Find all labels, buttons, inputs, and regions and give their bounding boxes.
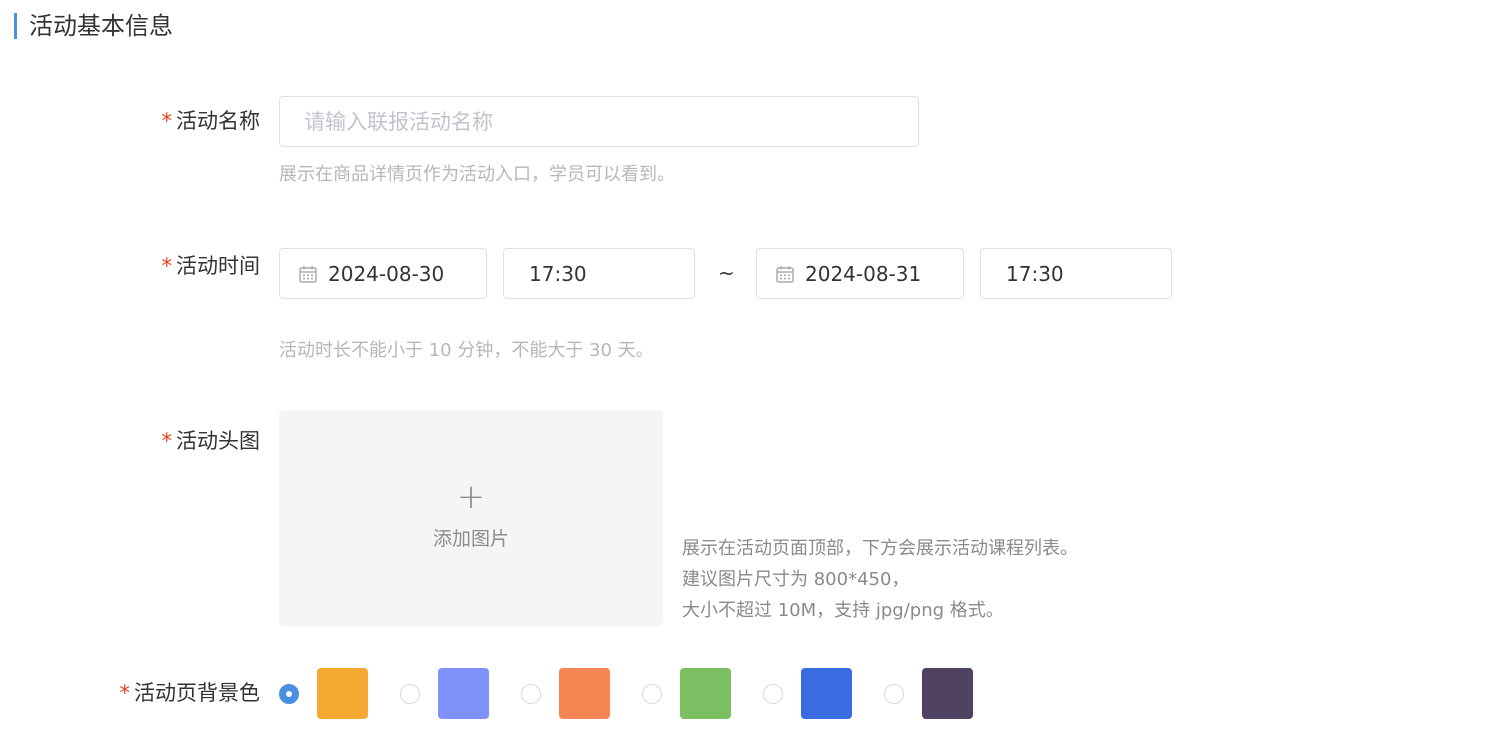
background-color-label: * 活动页背景色 — [120, 679, 261, 707]
activity-name-hint: 展示在商品详情页作为活动入口，学员可以看到。 — [279, 164, 675, 185]
color-swatch[interactable] — [317, 668, 368, 719]
end-date-picker[interactable]: 2024-08-31 — [756, 248, 964, 299]
activity-name-input[interactable] — [279, 96, 919, 147]
color-option[interactable] — [884, 668, 973, 719]
end-time-value: 17:30 — [1006, 261, 1064, 286]
color-swatch[interactable] — [801, 668, 852, 719]
section-title: 活动基本信息 — [29, 12, 173, 40]
required-mark: * — [119, 681, 131, 705]
header-image-label-text: 活动头图 — [176, 429, 260, 453]
color-radio[interactable] — [763, 683, 783, 704]
header-image-description-line: 展示在活动页面顶部，下方会展示活动课程列表。 — [682, 538, 1078, 559]
start-time-value: 17:30 — [529, 261, 587, 286]
required-mark: * — [161, 429, 173, 453]
activity-time-hint: 活动时长不能小于 10 分钟，不能大于 30 天。 — [279, 340, 654, 361]
date-range-separator: ~ — [718, 261, 735, 285]
color-option[interactable] — [763, 668, 852, 719]
section-accent-bar — [14, 13, 17, 39]
color-option[interactable] — [279, 668, 368, 719]
calendar-icon — [299, 265, 317, 283]
calendar-icon — [776, 265, 794, 283]
end-date-value: 2024-08-31 — [805, 261, 922, 286]
start-time-picker[interactable]: 17:30 — [503, 248, 695, 299]
add-image-button[interactable]: + 添加图片 — [279, 410, 663, 626]
background-color-options — [279, 668, 1005, 719]
color-option[interactable] — [521, 668, 610, 719]
color-radio[interactable] — [884, 683, 904, 704]
required-mark: * — [161, 109, 173, 133]
color-radio[interactable] — [521, 683, 541, 704]
color-swatch[interactable] — [438, 668, 489, 719]
activity-name-label-text: 活动名称 — [176, 109, 260, 133]
header-image-description: 展示在活动页面顶部，下方会展示活动课程列表。 建议图片尺寸为 800*450， … — [682, 533, 1078, 626]
start-date-picker[interactable]: 2024-08-30 — [279, 248, 487, 299]
header-image-description-line: 建议图片尺寸为 800*450， — [682, 569, 910, 590]
color-swatch[interactable] — [922, 668, 973, 719]
plus-icon: + — [456, 477, 486, 517]
color-radio[interactable] — [400, 683, 420, 704]
activity-name-label: * 活动名称 — [162, 107, 261, 135]
activity-time-label: * 活动时间 — [162, 252, 261, 280]
add-image-label: 添加图片 — [432, 528, 509, 550]
header-image-description-line: 大小不超过 10M，支持 jpg/png 格式。 — [682, 600, 1004, 621]
color-option[interactable] — [642, 668, 731, 719]
activity-time-label-text: 活动时间 — [176, 254, 260, 278]
color-radio[interactable] — [279, 683, 299, 704]
header-image-label: * 活动头图 — [162, 427, 261, 455]
section-header: 活动基本信息 — [14, 10, 173, 42]
color-swatch[interactable] — [680, 668, 731, 719]
background-color-label-text: 活动页背景色 — [134, 681, 260, 705]
end-time-picker[interactable]: 17:30 — [980, 248, 1172, 299]
required-mark: * — [161, 254, 173, 278]
color-radio[interactable] — [642, 683, 662, 704]
color-swatch[interactable] — [559, 668, 610, 719]
start-date-value: 2024-08-30 — [328, 261, 445, 286]
color-option[interactable] — [400, 668, 489, 719]
